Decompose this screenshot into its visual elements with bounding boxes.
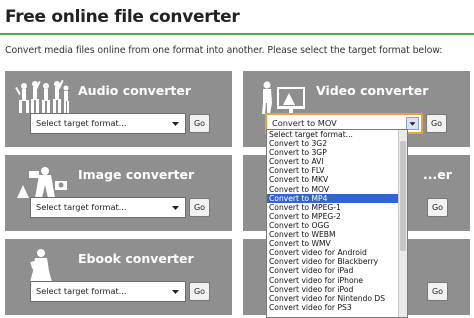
image-format-value: Select target format... — [36, 202, 127, 212]
dropdown-option[interactable]: Convert to 3GP — [267, 148, 407, 157]
chevron-down-icon — [172, 290, 179, 294]
dropdown-option[interactable]: Convert to MPEG-1 — [267, 203, 407, 212]
ebook-format-value: Select target format... — [36, 286, 127, 296]
dropdown-option[interactable]: Convert to MKV — [267, 175, 407, 184]
audio-converter-card: Audio converter Select target format... … — [5, 71, 232, 147]
title-divider — [0, 33, 474, 35]
dropdown-option[interactable]: Convert to MOV — [267, 185, 407, 194]
ebook-converter-title: Ebook converter — [78, 251, 194, 266]
dropdown-option[interactable]: Convert video for PS3 — [267, 303, 407, 312]
audio-format-value: Select target format... — [36, 118, 127, 128]
people-jumping-icon — [15, 79, 69, 113]
dropdown-option[interactable]: Convert to WMV — [267, 239, 407, 248]
image-converter-title: Image converter — [78, 167, 195, 182]
dropdown-option[interactable]: Convert video for iPhone — [267, 276, 407, 285]
dropdown-option[interactable]: Convert video for Blackberry — [267, 257, 407, 266]
video-format-value: Convert to MOV — [272, 118, 337, 128]
ebook-go-button[interactable]: Go — [189, 282, 210, 301]
intro-text: Convert media files online from one form… — [5, 45, 443, 56]
dropdown-option[interactable]: Convert to 3G2 — [267, 139, 407, 148]
audio-go-button[interactable]: Go — [189, 114, 210, 133]
reader-icon — [30, 249, 52, 282]
dropdown-option[interactable]: Select target format... — [267, 130, 407, 139]
dropdown-option[interactable]: Convert video for iPod — [267, 285, 407, 294]
ebook-format-select[interactable]: Select target format... — [30, 281, 186, 302]
ebook-converter-card: Ebook converter Select target format... … — [5, 239, 232, 315]
video-go-button[interactable]: Go — [426, 114, 447, 133]
video-converter-title: Video converter — [316, 83, 429, 98]
dropdown-option[interactable]: Convert to MP4 — [267, 193, 407, 203]
document-go-button[interactable]: Go — [427, 198, 448, 217]
dropdown-option[interactable]: Convert to OGG — [267, 221, 407, 230]
dropdown-option[interactable]: Convert to FLV — [267, 166, 407, 175]
archive-go-button[interactable]: Go — [427, 282, 448, 301]
audio-format-select[interactable]: Select target format... — [30, 113, 186, 134]
scrollbar-thumb[interactable] — [400, 141, 406, 251]
dropdown-option[interactable]: Convert to MPEG-2 — [267, 212, 407, 221]
image-converter-card: Image converter Select target format... … — [5, 155, 232, 231]
video-format-dropdown-list[interactable]: Select target format... Convert to 3G2 Con… — [266, 129, 408, 318]
dropdown-options: Select target format... Convert to 3G2 Con… — [267, 130, 407, 312]
page-title: Free online file converter — [5, 7, 240, 27]
dropdown-option[interactable]: Convert video for Nintendo DS — [267, 294, 407, 303]
dropdown-scrollbar[interactable] — [398, 130, 407, 317]
dropdown-option[interactable]: Convert video for iPad — [267, 266, 407, 275]
person-at-screen-icon — [262, 81, 305, 114]
audio-converter-title: Audio converter — [78, 83, 192, 98]
photographer-icon — [17, 167, 67, 198]
image-go-button[interactable]: Go — [189, 198, 210, 217]
dropdown-option[interactable]: Convert to AVI — [267, 157, 407, 166]
dropdown-option[interactable]: Convert video for Android — [267, 248, 407, 257]
image-format-select[interactable]: Select target format... — [30, 197, 186, 218]
chevron-down-icon — [172, 122, 179, 126]
dropdown-option[interactable]: Convert to WEBM — [267, 230, 407, 239]
chevron-down-icon — [172, 206, 179, 210]
document-converter-title: ...er — [423, 167, 452, 182]
